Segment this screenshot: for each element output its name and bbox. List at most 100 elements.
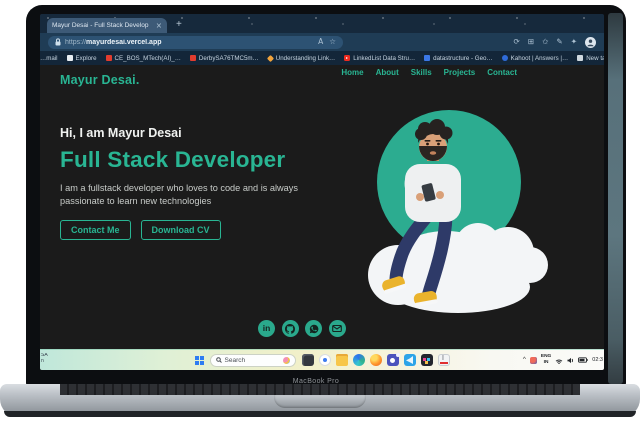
- toolbar-icons: ⟳ ⊞ ✩ ✎ ✦: [514, 37, 596, 48]
- bookmark-item[interactable]: Understanding Link…: [268, 55, 336, 62]
- tab-title: Mayur Desai - Full Stack Develop: [52, 22, 152, 29]
- site-nav: Home About Skills Projects Contact: [341, 68, 517, 77]
- bookmark-label: …mail: [40, 55, 58, 62]
- hero-greeting: Hi, I am Mayur Desai: [60, 126, 328, 140]
- chat-icon[interactable]: [319, 354, 331, 366]
- bookmark-item[interactable]: datastructure - Geo…: [424, 55, 493, 62]
- bookmark-item[interactable]: LinkedList Data Stru…: [344, 55, 415, 62]
- profile-avatar[interactable]: [585, 37, 596, 48]
- site-logo[interactable]: Mayur Desai.: [60, 73, 140, 87]
- url-text: https://mayurdesai.vercel.app: [65, 39, 162, 46]
- bookmark-label: New tab: [586, 55, 604, 62]
- bookmark-item[interactable]: Kahoot | Answers |…: [502, 55, 569, 62]
- tray-app-icon[interactable]: [530, 357, 537, 364]
- system-tray: ^ ENG IN 02:3: [523, 350, 604, 370]
- nav-item-projects[interactable]: Projects: [444, 68, 476, 77]
- laptop-base-edge: [4, 411, 636, 417]
- firefox-icon[interactable]: [370, 354, 382, 366]
- browser-toolbar: https://mayurdesai.vercel.app A ☆ ⟳ ⊞ ✩ ✎ ✦: [40, 33, 604, 51]
- file-explorer-icon[interactable]: [336, 354, 348, 366]
- browser-tab[interactable]: Mayur Desai - Full Stack Develop ×: [47, 18, 167, 33]
- email-icon[interactable]: [329, 320, 346, 337]
- laptop-lid: Mayur Desai - Full Stack Develop × + htt…: [26, 5, 626, 388]
- bookmark-youtube-icon: [344, 55, 350, 61]
- bookmark-item[interactable]: …mail: [40, 55, 58, 62]
- bookmark-pdf-icon: [190, 55, 196, 61]
- bookmark-label: LinkedList Data Stru…: [353, 55, 415, 62]
- lock-icon: [55, 38, 61, 46]
- split-screen-icon[interactable]: ⊞: [528, 38, 534, 46]
- nav-item-home[interactable]: Home: [341, 68, 363, 77]
- wifi-icon[interactable]: [555, 357, 563, 364]
- search-icon: [216, 357, 222, 363]
- windows-taskbar: SA n Search: [40, 349, 604, 370]
- nav-item-about[interactable]: About: [376, 68, 399, 77]
- bookmark-item[interactable]: New tab: [577, 55, 604, 62]
- browser-tab-bar: Mayur Desai - Full Stack Develop × +: [40, 14, 604, 33]
- laptop-lid-notch: [274, 395, 366, 408]
- taskbar-edge-text: SA n: [41, 353, 50, 365]
- tab-close-icon[interactable]: ×: [156, 22, 162, 30]
- url-protocol: https://: [65, 39, 86, 46]
- battery-icon[interactable]: [578, 357, 588, 363]
- github-icon[interactable]: [282, 320, 299, 337]
- bookmark-label: Explore: [76, 55, 97, 62]
- volume-icon[interactable]: [567, 357, 574, 364]
- task-view-icon[interactable]: [302, 354, 314, 366]
- read-aloud-icon[interactable]: A: [318, 38, 323, 46]
- text-tool-icon[interactable]: [438, 354, 450, 366]
- bookmark-label: Understanding Link…: [276, 55, 336, 62]
- bookmark-label: datastructure - Geo…: [433, 55, 493, 62]
- vscode-icon[interactable]: [404, 354, 416, 366]
- address-bar[interactable]: https://mayurdesai.vercel.app A ☆: [48, 36, 343, 49]
- taskbar-app-icons: [302, 354, 450, 366]
- bookmark-item[interactable]: DerbySA76TMC5m…: [190, 55, 259, 62]
- laptop-lid-edge: [608, 13, 623, 384]
- linkedin-icon[interactable]: in: [258, 320, 275, 337]
- photoshop-icon[interactable]: [421, 354, 433, 366]
- person-icon: [586, 38, 595, 47]
- edge-browser-icon[interactable]: [353, 354, 365, 366]
- search-label: Search: [225, 357, 246, 364]
- collections-icon[interactable]: ✎: [556, 38, 562, 46]
- laptop-keyboard: [60, 384, 580, 395]
- portfolio-page: Mayur Desai. Home About Skills Projects Cont…: [40, 65, 604, 349]
- history-icon[interactable]: ⟳: [514, 38, 520, 46]
- teams-icon[interactable]: [387, 354, 399, 366]
- bookmark-bluedoc-icon: [424, 55, 430, 61]
- tray-clock[interactable]: 02:3: [592, 357, 603, 363]
- bookmark-label: CE_BOS_MTech(AI)_…: [115, 55, 181, 62]
- social-links: in: [258, 320, 346, 337]
- contact-me-button[interactable]: Contact Me: [60, 220, 131, 240]
- bing-chat-icon: [283, 357, 290, 364]
- language-indicator[interactable]: ENG IN: [541, 354, 551, 365]
- hero-title: Full Stack Developer: [60, 147, 328, 173]
- svg-text:in: in: [263, 323, 271, 333]
- url-host: mayurdesai.vercel.app: [86, 39, 162, 46]
- bookmark-pdf-icon: [106, 55, 112, 61]
- laptop-screen: Mayur Desai - Full Stack Develop × + htt…: [40, 14, 604, 370]
- whatsapp-icon[interactable]: [305, 320, 322, 337]
- favorites-icon[interactable]: ✩: [542, 38, 548, 46]
- site-header: Mayur Desai.: [60, 73, 604, 87]
- favorite-star-icon[interactable]: ☆: [329, 38, 336, 46]
- hero-description: I am a fullstack developer who loves to …: [60, 182, 318, 207]
- bookmark-label: DerbySA76TMC5m…: [199, 55, 259, 62]
- extensions-icon[interactable]: ✦: [571, 38, 577, 46]
- taskbar-search[interactable]: Search: [210, 354, 296, 367]
- laptop-base: [0, 384, 640, 417]
- hero-section: Hi, I am Mayur Desai Full Stack Develope…: [60, 126, 328, 240]
- tray-expand-chevron[interactable]: ^: [523, 357, 526, 364]
- bookmark-diamond-icon: [267, 54, 274, 61]
- download-cv-button[interactable]: Download CV: [141, 220, 221, 240]
- new-tab-button[interactable]: +: [176, 20, 182, 30]
- toolbar-icon-group: ⟳ ⊞ ✩ ✎ ✦: [514, 38, 577, 46]
- bookmark-list: …mail Explore CE_BOS_MTech(AI)_… DerbySA76T…: [40, 55, 604, 62]
- bookmark-item[interactable]: CE_BOS_MTech(AI)_…: [106, 55, 181, 62]
- bookmark-item[interactable]: Explore: [67, 55, 97, 62]
- nav-item-skills[interactable]: Skills: [411, 68, 432, 77]
- nav-item-contact[interactable]: Contact: [487, 68, 517, 77]
- bookmark-page-icon: [67, 55, 73, 61]
- hero-illustration: [358, 103, 554, 315]
- windows-start-button[interactable]: [195, 356, 204, 365]
